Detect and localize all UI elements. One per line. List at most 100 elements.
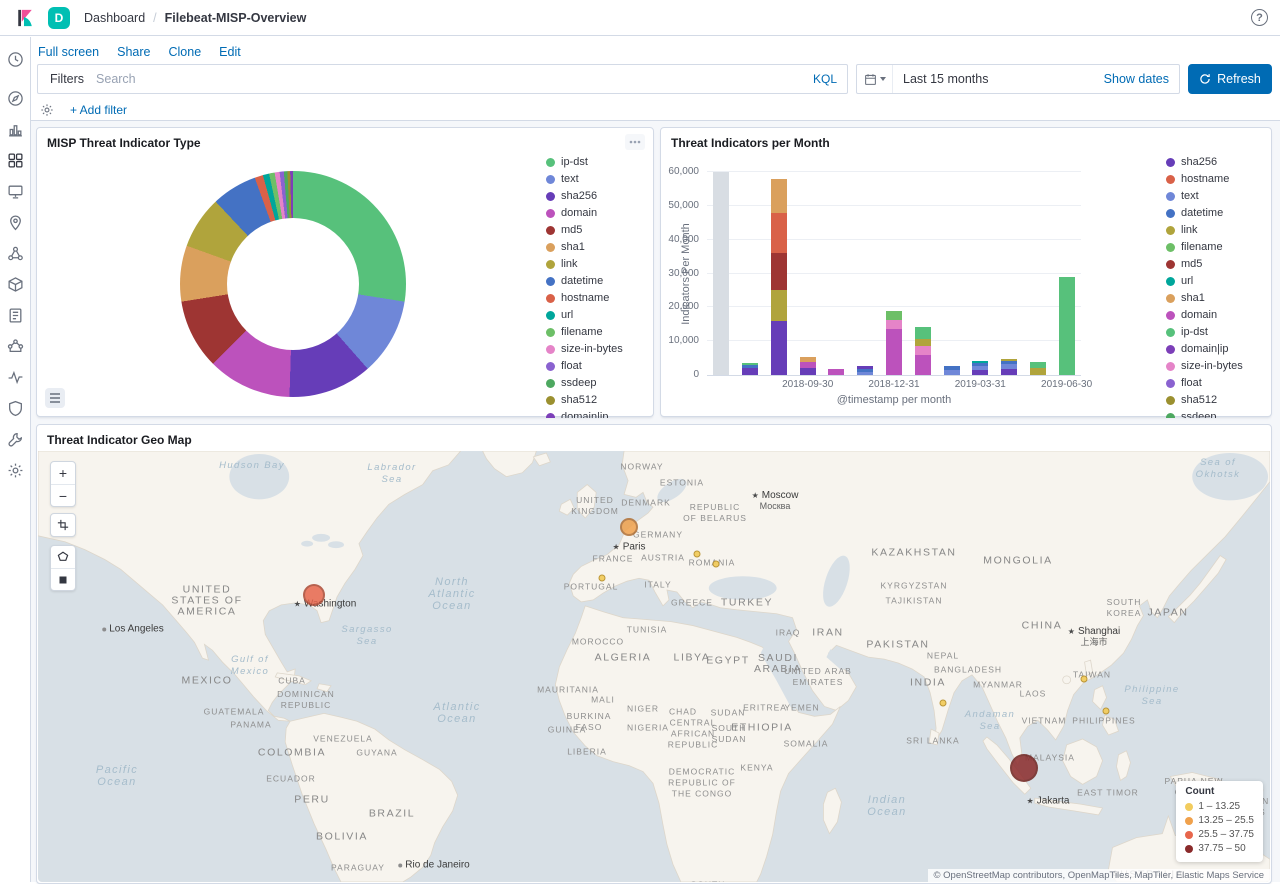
nav-full-screen[interactable]: Full screen <box>38 45 99 57</box>
bar-segment[interactable] <box>944 370 960 375</box>
apm-icon[interactable] <box>7 338 24 355</box>
legend-item[interactable]: sha512 <box>1166 394 1280 406</box>
breadcrumb-dashboard[interactable]: Dashboard <box>84 11 145 25</box>
bar-segment[interactable] <box>886 329 902 375</box>
legend-item[interactable]: text <box>1166 190 1280 202</box>
bar-segment[interactable] <box>857 369 873 372</box>
map-area[interactable]: NORWAYESTONIAUNITED KINGDOMDENMARKREPUBL… <box>38 451 1270 882</box>
small-map-marker[interactable] <box>1103 708 1110 715</box>
bar-segment[interactable] <box>972 366 988 370</box>
legend-item[interactable]: float <box>1166 377 1280 389</box>
bar-segment[interactable] <box>972 370 988 375</box>
add-filter-link[interactable]: + Add filter <box>70 103 127 117</box>
legend-item[interactable]: datetime <box>1166 207 1280 219</box>
management-icon[interactable] <box>7 462 24 479</box>
legend-item[interactable]: filename <box>1166 241 1280 253</box>
nav-clone[interactable]: Clone <box>169 45 202 57</box>
small-map-marker[interactable] <box>599 575 606 582</box>
bar-segment[interactable] <box>771 253 787 290</box>
bar-segment[interactable] <box>972 361 988 363</box>
donut-chart[interactable] <box>180 171 406 397</box>
legend-item[interactable]: domain <box>1166 309 1280 321</box>
legend-item[interactable]: domain|ip <box>1166 343 1280 355</box>
kibana-logo[interactable] <box>12 5 38 31</box>
refresh-button[interactable]: Refresh <box>1188 64 1272 94</box>
space-badge[interactable]: D <box>48 7 70 29</box>
bar-segment[interactable] <box>1001 369 1017 375</box>
legend-item[interactable]: url <box>1166 275 1280 287</box>
uptime-icon[interactable] <box>7 369 24 386</box>
draw-polygon-button[interactable] <box>51 546 75 568</box>
bar-segment[interactable] <box>1001 361 1017 364</box>
bar-segment[interactable] <box>800 362 816 367</box>
small-map-marker[interactable] <box>1081 676 1088 683</box>
visualize-icon[interactable] <box>7 121 24 138</box>
bar-segment[interactable] <box>915 346 931 355</box>
bar-segment[interactable] <box>886 320 902 329</box>
search-input[interactable] <box>96 65 803 93</box>
bar-segment[interactable] <box>742 363 758 365</box>
map-marker[interactable] <box>303 584 325 606</box>
bar-segment[interactable] <box>828 369 844 375</box>
bar-segment[interactable] <box>972 363 988 366</box>
bar-segment[interactable] <box>771 179 787 213</box>
discover-icon[interactable] <box>7 90 24 107</box>
legend-item[interactable]: md5 <box>1166 258 1280 270</box>
bar-segment[interactable] <box>1001 359 1017 361</box>
map-marker[interactable] <box>620 518 638 536</box>
canvas-icon[interactable] <box>7 183 24 200</box>
fit-bounds-button[interactable] <box>51 514 75 536</box>
show-dates-link[interactable]: Show dates <box>1104 72 1179 86</box>
calendar-button[interactable] <box>857 65 893 93</box>
bar-segment[interactable] <box>771 321 787 375</box>
bar-segment[interactable] <box>800 357 816 362</box>
bar-segment[interactable] <box>857 372 873 375</box>
draw-rectangle-button[interactable] <box>51 568 75 590</box>
bar-segment[interactable] <box>742 368 758 375</box>
legend-item[interactable]: size-in-bytes <box>1166 360 1280 372</box>
legend-item[interactable]: ssdeep <box>1166 411 1280 418</box>
bar-segment[interactable] <box>915 355 931 375</box>
bar-segment[interactable] <box>713 172 729 375</box>
help-icon[interactable]: ? <box>1251 9 1268 26</box>
bar-segment[interactable] <box>800 368 816 375</box>
logs-icon[interactable] <box>7 307 24 324</box>
bar-segment[interactable] <box>944 366 960 370</box>
dashboard-icon[interactable] <box>7 152 24 169</box>
bar-segment[interactable] <box>1059 277 1075 375</box>
nav-edit[interactable]: Edit <box>219 45 241 57</box>
bar-segment[interactable] <box>771 213 787 254</box>
siem-icon[interactable] <box>7 400 24 417</box>
filter-settings-gear-icon[interactable] <box>40 103 54 117</box>
map-marker[interactable] <box>1010 754 1038 782</box>
metrics-icon[interactable] <box>7 276 24 293</box>
panel-options-icon[interactable] <box>625 134 645 150</box>
bar-segment[interactable] <box>857 366 873 369</box>
bar-segment[interactable] <box>1001 364 1017 369</box>
bar-segment[interactable] <box>1030 368 1046 375</box>
legend-item[interactable]: sha1 <box>1166 292 1280 304</box>
filters-button[interactable]: Filters <box>38 65 96 93</box>
bar-segment[interactable] <box>915 327 931 339</box>
bar-segment[interactable] <box>886 311 902 319</box>
nav-share[interactable]: Share <box>117 45 150 57</box>
dev-tools-icon[interactable] <box>7 431 24 448</box>
bar-segment[interactable] <box>742 365 758 368</box>
legend-item[interactable]: ip-dst <box>1166 326 1280 338</box>
machine-learning-icon[interactable] <box>7 245 24 262</box>
legend-item[interactable]: hostname <box>1166 173 1280 185</box>
maps-icon[interactable] <box>7 214 24 231</box>
small-map-marker[interactable] <box>940 700 947 707</box>
small-map-marker[interactable] <box>694 551 701 558</box>
bar-segment[interactable] <box>771 290 787 320</box>
time-range-text[interactable]: Last 15 months <box>893 72 1104 86</box>
zoom-in-button[interactable]: + <box>51 462 75 484</box>
recently-viewed-icon[interactable] <box>7 51 24 68</box>
legend-toggle-button[interactable] <box>45 388 65 408</box>
kql-button[interactable]: KQL <box>803 72 847 86</box>
small-map-marker[interactable] <box>713 561 720 568</box>
zoom-out-button[interactable]: − <box>51 484 75 506</box>
bar-segment[interactable] <box>915 339 931 346</box>
legend-item[interactable]: link <box>1166 224 1280 236</box>
legend-item[interactable]: sha256 <box>1166 156 1280 168</box>
